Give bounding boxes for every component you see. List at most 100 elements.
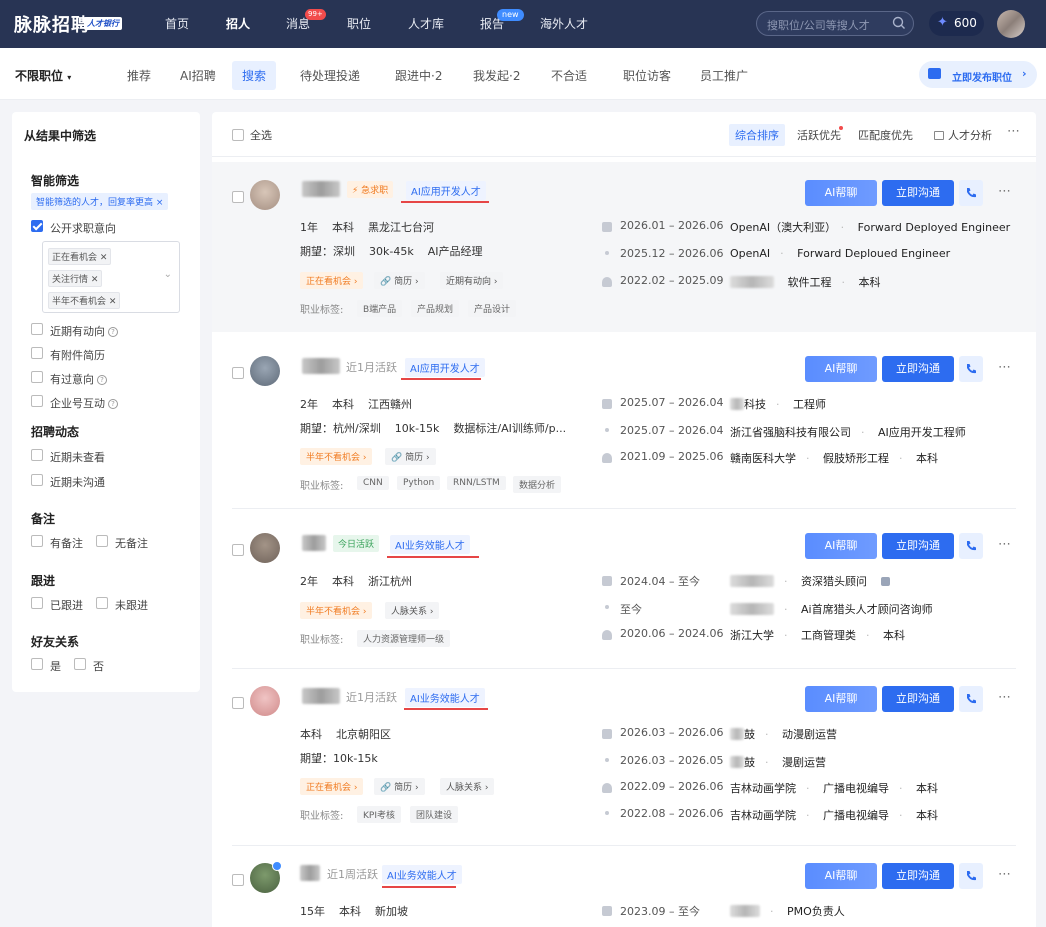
ai-chat-button[interactable]: AI帮聊 [805, 356, 877, 382]
more-options-icon[interactable]: ⋯ [1007, 124, 1020, 139]
candidate-name[interactable] [302, 535, 326, 551]
candidate-checkbox[interactable] [232, 697, 244, 709]
has-resume-checkbox[interactable] [31, 347, 43, 359]
candidate-card[interactable]: ⚡ 急求职 AI应用开发人才 AI帮聊 立即沟通 ⋯ 1年 本科 黑龙江七台河 期望… [212, 162, 1036, 332]
recent-activity-checkbox[interactable] [31, 323, 43, 335]
ai-chat-button[interactable]: AI帮聊 [805, 533, 877, 559]
candidate-checkbox[interactable] [232, 874, 244, 886]
more-icon[interactable]: ⋯ [998, 867, 1012, 882]
has-note-checkbox[interactable] [31, 535, 43, 547]
logo[interactable]: 脉脉招聘 [14, 11, 90, 37]
smart-filter-tag[interactable]: 智能筛选的人才，回复率更高 × [31, 193, 169, 210]
more-icon[interactable]: ⋯ [998, 360, 1012, 375]
nav-talent-pool[interactable]: 人才库 [408, 15, 444, 32]
candidate-name[interactable] [302, 358, 340, 374]
resume-pill[interactable]: 🔗 简历 › [374, 272, 425, 289]
help-icon[interactable]: ? [97, 375, 107, 385]
nav-hire[interactable]: 招人 [226, 15, 250, 32]
close-icon[interactable]: ✕ [109, 297, 117, 307]
ai-chat-button[interactable]: AI帮聊 [805, 863, 877, 889]
tab-employee-referral[interactable]: 员工推广 [700, 67, 748, 84]
resume-pill[interactable]: 🔗 简历 › [374, 778, 425, 795]
chevron-down-icon[interactable]: ⌄ [164, 269, 172, 280]
not-viewed-checkbox[interactable] [31, 449, 43, 461]
not-followed-checkbox[interactable] [96, 597, 108, 609]
candidate-name[interactable] [300, 865, 320, 881]
phone-button[interactable] [959, 180, 983, 206]
job-status-pill[interactable]: 正在看机会 › [300, 778, 364, 795]
candidate-checkbox[interactable] [232, 367, 244, 379]
nav-overseas[interactable]: 海外人才 [540, 15, 588, 32]
contact-button[interactable]: 立即沟通 [882, 863, 954, 889]
candidate-card[interactable]: 近1月活跃 AI业务效能人才 AI帮聊 立即沟通 ⋯ 本科 北京朝阳区 期望：10… [212, 669, 1036, 846]
sort-active[interactable]: 活跃优先 [797, 127, 841, 143]
tab-initiated[interactable]: 我发起·2 [473, 67, 520, 84]
contact-button[interactable]: 立即沟通 [882, 533, 954, 559]
friend-yes-checkbox[interactable] [31, 658, 43, 670]
ai-chat-button[interactable]: AI帮聊 [805, 686, 877, 712]
publish-job-button[interactable]: 立即发布职位 › [919, 61, 1037, 88]
search-input[interactable]: 搜职位/公司等搜人才 [756, 11, 914, 36]
not-contacted-checkbox[interactable] [31, 474, 43, 486]
avatar[interactable] [250, 533, 280, 563]
coin-balance[interactable]: ✦ 600 [929, 11, 984, 36]
tab-job-visitors[interactable]: 职位访客 [623, 67, 671, 84]
phone-button[interactable] [959, 356, 983, 382]
candidate-card[interactable]: 近1周活跃 AI业务效能人才 AI帮聊 立即沟通 ⋯ 15年 本科 新加坡 2023… [212, 846, 1036, 927]
connections-pill[interactable]: 人脉关系 › [385, 602, 440, 619]
activity-pill[interactable]: 近期有动向 › [440, 272, 504, 289]
talent-analysis[interactable]: 人才分析 [934, 127, 992, 143]
nav-jobs[interactable]: 职位 [347, 15, 371, 32]
more-icon[interactable]: ⋯ [998, 690, 1012, 705]
phone-button[interactable] [959, 863, 983, 889]
friend-no-checkbox[interactable] [74, 658, 86, 670]
search-icon[interactable] [892, 16, 906, 30]
open-intent-checkbox[interactable] [31, 220, 43, 232]
phone-button[interactable] [959, 533, 983, 559]
candidate-checkbox[interactable] [232, 544, 244, 556]
job-status-pill[interactable]: 正在看机会 › [300, 272, 364, 289]
user-avatar[interactable] [997, 10, 1025, 38]
sort-overall[interactable]: 综合排序 [729, 124, 785, 146]
tab-recommend[interactable]: 推荐 [127, 67, 151, 84]
candidate-card[interactable]: 今日活跃 AI业务效能人才 AI帮聊 立即沟通 ⋯ 2年 本科 浙江杭州 半年不看机… [212, 516, 1036, 669]
avatar[interactable] [250, 686, 280, 716]
candidate-name[interactable] [302, 181, 340, 197]
company-interaction-checkbox[interactable] [31, 395, 43, 407]
tab-pending[interactable]: 待处理投递 [300, 67, 360, 84]
job-status-pill[interactable]: 半年不看机会 › [300, 448, 373, 465]
candidate-card[interactable]: 近1月活跃 AI应用开发人才 AI帮聊 立即沟通 ⋯ 2年 本科 江西赣州 期望：杭… [212, 339, 1036, 509]
intent-multiselect[interactable]: 正在看机会 ✕ 关注行情 ✕ 半年不看机会 ✕ ⌄ [42, 241, 180, 313]
close-icon[interactable]: ✕ [100, 253, 108, 263]
tab-following[interactable]: 跟进中·2 [395, 67, 442, 84]
help-icon[interactable]: ? [108, 399, 118, 409]
position-filter[interactable]: 不限职位 ▾ [15, 67, 71, 84]
avatar[interactable] [250, 356, 280, 386]
contact-button[interactable]: 立即沟通 [882, 180, 954, 206]
tab-search[interactable]: 搜索 [232, 61, 277, 90]
job-status-pill[interactable]: 半年不看机会 › [300, 602, 373, 619]
close-icon[interactable]: ✕ [91, 275, 99, 285]
phone-button[interactable] [959, 686, 983, 712]
connections-pill[interactable]: 人脉关系 › [440, 778, 495, 795]
select-all-checkbox[interactable] [232, 129, 244, 141]
no-note-checkbox[interactable] [96, 535, 108, 547]
ai-chat-button[interactable]: AI帮聊 [805, 180, 877, 206]
contact-button[interactable]: 立即沟通 [882, 356, 954, 382]
contact-button[interactable]: 立即沟通 [882, 686, 954, 712]
candidate-checkbox[interactable] [232, 191, 244, 203]
had-intent-checkbox[interactable] [31, 371, 43, 383]
avatar[interactable] [250, 180, 280, 210]
sort-match[interactable]: 匹配度优先 [858, 127, 913, 143]
candidate-name[interactable] [302, 688, 340, 704]
nav-home[interactable]: 首页 [165, 15, 189, 32]
tab-ai-hiring[interactable]: AI招聘 [180, 67, 216, 84]
chip-watching[interactable]: 关注行情 ✕ [48, 270, 103, 287]
help-icon[interactable]: ? [108, 327, 118, 337]
more-icon[interactable]: ⋯ [998, 184, 1012, 199]
followed-checkbox[interactable] [31, 597, 43, 609]
tab-unsuitable[interactable]: 不合适 [551, 67, 587, 84]
resume-pill[interactable]: 🔗 简历 › [385, 448, 436, 465]
more-icon[interactable]: ⋯ [998, 537, 1012, 552]
chip-looking[interactable]: 正在看机会 ✕ [48, 248, 112, 265]
